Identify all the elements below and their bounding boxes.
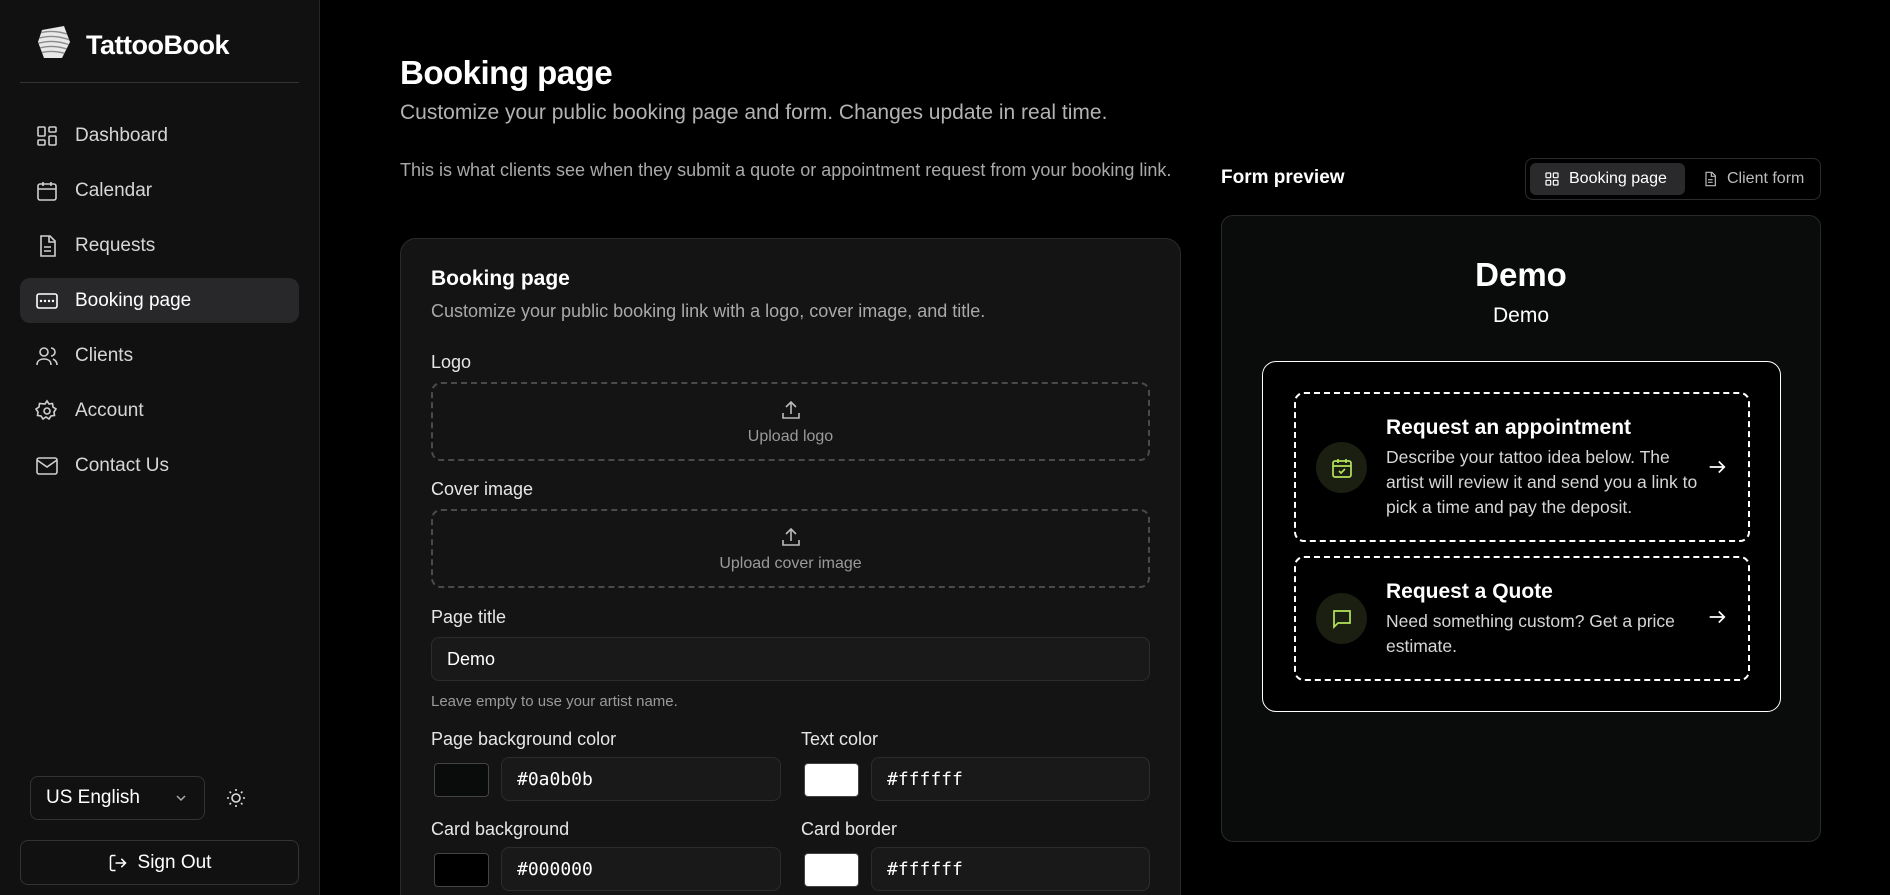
upload-cover-label: Upload cover image [719, 554, 862, 572]
bg-color-input[interactable] [501, 757, 781, 801]
page-subtitle: Customize your public booking page and f… [400, 101, 1108, 124]
logo-label: Logo [431, 352, 472, 372]
bg-color-label: Page background color [431, 729, 617, 749]
sidebar-item-label: Dashboard [75, 124, 168, 146]
sidebar-item-label: Clients [75, 344, 134, 366]
calendar-icon [37, 181, 57, 201]
log-out-icon [109, 854, 127, 871]
request-quote-option[interactable]: Request a Quote Need something custom? G… [1294, 556, 1750, 681]
tab-client-form[interactable]: Client form [1688, 163, 1818, 195]
text-color-input[interactable] [871, 757, 1150, 801]
message-square-icon [1316, 593, 1367, 644]
card-border-label: Card border [801, 819, 898, 839]
sidebar-item-clients[interactable]: Clients [20, 333, 299, 378]
card-title: Booking page [431, 267, 570, 290]
preview-toggle: Booking page Client form [1525, 158, 1821, 200]
calendar-check-icon [1316, 442, 1367, 493]
sidebar-item-dashboard[interactable]: Dashboard [20, 113, 299, 158]
bg-color-swatch[interactable] [434, 763, 489, 797]
appointment-desc: Describe your tattoo idea below. The art… [1386, 447, 1698, 517]
file-icon [1705, 171, 1716, 187]
quote-desc: Need something custom? Get a price estim… [1386, 611, 1675, 656]
sidebar-item-contact-us[interactable]: Contact Us [20, 443, 299, 488]
sidebar-item-requests[interactable]: Requests [20, 223, 299, 268]
preview-card: Request an appointment Describe your tat… [1262, 361, 1781, 712]
preview-title: Demo [1475, 256, 1567, 293]
form-preview-panel: Demo Demo Request an appointment Describ… [1221, 215, 1821, 842]
upload-icon [781, 400, 800, 419]
sidebar-item-label: Booking page [75, 289, 192, 311]
sign-out-button[interactable]: Sign Out [20, 840, 299, 885]
request-appointment-option[interactable]: Request an appointment Describe your tat… [1294, 392, 1750, 542]
dashboard-icon [37, 125, 57, 146]
upload-icon [781, 527, 800, 546]
cover-upload-dropzone[interactable]: Upload cover image [431, 509, 1150, 588]
sign-out-label: Sign Out [137, 851, 212, 873]
page-title: Booking page [400, 54, 613, 91]
brand-logo-icon [38, 26, 70, 58]
sidebar-nav: Dashboard Calendar Requests Booking page… [20, 113, 299, 498]
card-bg-label: Card background [431, 819, 570, 839]
arrow-right-icon [1709, 460, 1726, 474]
booking-settings-card: Booking page Customize your public booki… [400, 238, 1181, 895]
sidebar-item-label: Calendar [75, 179, 153, 201]
appointment-title: Request an appointment [1386, 416, 1632, 439]
cover-image-label: Cover image [431, 479, 534, 499]
sidebar-item-booking-page[interactable]: Booking page [20, 278, 299, 323]
card-bg-swatch[interactable] [434, 853, 489, 887]
sidebar-item-label: Account [75, 399, 144, 421]
users-icon [36, 346, 58, 365]
brand-name: TattooBook [86, 30, 229, 60]
brand: TattooBook [20, 22, 299, 83]
page-title-label: Page title [431, 607, 507, 627]
page-title-hint: Leave empty to use your artist name. [431, 693, 678, 710]
arrow-right-icon [1709, 610, 1726, 624]
card-border-input[interactable] [871, 847, 1150, 891]
dashboard-icon [1545, 172, 1559, 186]
sidebar: TattooBook Dashboard Calendar Requests B… [0, 0, 320, 895]
card-border-swatch[interactable] [804, 853, 859, 887]
quote-title: Request a Quote [1386, 580, 1553, 603]
sidebar-item-label: Contact Us [75, 454, 169, 476]
sidebar-item-label: Requests [75, 234, 156, 256]
language-select[interactable]: US English [30, 776, 205, 820]
card-subtitle: Customize your public booking link with … [431, 301, 986, 321]
mail-icon [36, 456, 58, 475]
text-color-label: Text color [801, 729, 879, 749]
gear-icon [35, 399, 58, 420]
form-preview-label: Form preview [1221, 167, 1345, 188]
sidebar-item-account[interactable]: Account [20, 388, 299, 433]
intro-text: This is what clients see when they submi… [400, 160, 1172, 180]
tab-label: Client form [1727, 170, 1805, 187]
page-title-input[interactable] [431, 637, 1150, 681]
tab-booking-page[interactable]: Booking page [1530, 163, 1685, 195]
chevron-down-icon [176, 795, 186, 802]
file-icon [40, 234, 56, 257]
upload-logo-label: Upload logo [747, 427, 834, 445]
sidebar-item-calendar[interactable]: Calendar [20, 168, 299, 213]
text-color-swatch[interactable] [804, 763, 859, 797]
preview-subtitle: Demo [1492, 304, 1550, 327]
card-icon [36, 292, 58, 309]
language-value: US English [46, 787, 140, 808]
logo-upload-dropzone[interactable]: Upload logo [431, 382, 1150, 461]
sun-icon[interactable] [224, 786, 248, 810]
card-bg-input[interactable] [501, 847, 781, 891]
tab-label: Booking page [1569, 170, 1667, 187]
